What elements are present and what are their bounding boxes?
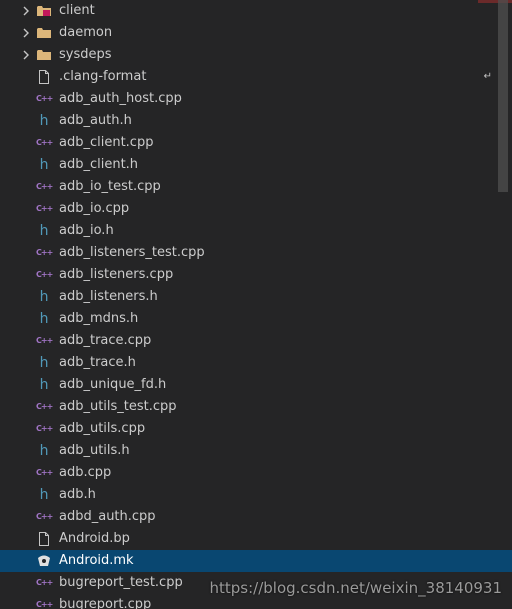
h-icon: h [39, 377, 49, 393]
cpp-icon: C++ [36, 248, 53, 257]
file-row[interactable]: C++ adb_utils.cpp [0, 418, 512, 440]
file-explorer: client daemon sysdeps .clang-format ↵ C++ adb_… [0, 0, 512, 609]
file-label: adb.cpp [59, 465, 112, 480]
cpp-icon: C++ [36, 512, 53, 521]
file-row[interactable]: h adb.h [0, 484, 512, 506]
folder-special-icon [36, 4, 52, 18]
chevron-right-icon[interactable] [20, 0, 32, 22]
file-label: .clang-format [59, 69, 147, 84]
h-icon: h [39, 223, 49, 239]
file-label: adb_auth_host.cpp [59, 91, 182, 106]
h-icon: h [39, 289, 49, 305]
chevron-right-icon[interactable] [20, 44, 32, 66]
file-label: adb_utils.cpp [59, 421, 146, 436]
file-label: adb_client.h [59, 157, 139, 172]
file-row[interactable]: C++ adb.cpp [0, 462, 512, 484]
file-row[interactable]: C++ adb_listeners_test.cpp [0, 242, 512, 264]
file-label: adb_auth.h [59, 113, 132, 128]
cpp-icon: C++ [36, 138, 53, 147]
cpp-icon: C++ [36, 600, 53, 609]
file-row[interactable]: C++ adbd_auth.cpp [0, 506, 512, 528]
file-row[interactable]: C++ adb_auth_host.cpp [0, 88, 512, 110]
file-label: bugreport.cpp [59, 597, 152, 609]
file-label: adb_trace.cpp [59, 333, 152, 348]
cpp-icon: C++ [36, 468, 53, 477]
file-label: daemon [59, 25, 113, 40]
file-label: adb_listeners_test.cpp [59, 245, 205, 260]
file-label: adb.h [59, 487, 96, 502]
chevron-right-icon[interactable] [20, 22, 32, 44]
h-icon: h [39, 113, 49, 129]
file-row[interactable]: Android.bp [0, 528, 512, 550]
file-row[interactable]: h adb_client.h [0, 154, 512, 176]
cpp-icon: C++ [36, 578, 53, 587]
file-icon [36, 532, 52, 546]
cpp-icon: C++ [36, 336, 53, 345]
file-label: adb_io_test.cpp [59, 179, 161, 194]
file-label: Android.mk [59, 553, 134, 568]
folder-icon [36, 48, 52, 62]
file-label: adb_listeners.h [59, 289, 158, 304]
file-row[interactable]: C++ adb_listeners.cpp [0, 264, 512, 286]
file-icon [36, 70, 52, 84]
file-label: client [59, 3, 95, 18]
file-tree: client daemon sysdeps .clang-format ↵ C++ adb_… [0, 0, 512, 609]
file-label: adb_mdns.h [59, 311, 139, 326]
h-icon: h [39, 355, 49, 371]
cpp-icon: C++ [36, 402, 53, 411]
cpp-icon: C++ [36, 94, 53, 103]
folder-row[interactable]: client [0, 0, 512, 22]
file-row[interactable]: C++ adb_client.cpp [0, 132, 512, 154]
file-row[interactable]: h adb_mdns.h [0, 308, 512, 330]
cpp-icon: C++ [36, 270, 53, 279]
folder-icon [36, 26, 52, 40]
cpp-icon: C++ [36, 424, 53, 433]
file-row[interactable]: C++ adb_io_test.cpp [0, 176, 512, 198]
h-icon: h [39, 487, 49, 503]
file-label: bugreport_test.cpp [59, 575, 183, 590]
h-icon: h [39, 311, 49, 327]
h-icon: h [39, 443, 49, 459]
file-row[interactable]: Android.mk [0, 550, 512, 572]
file-row[interactable]: h adb_io.h [0, 220, 512, 242]
file-label: adb_client.cpp [59, 135, 154, 150]
return-arrow-icon: ↵ [483, 71, 492, 82]
file-label: sysdeps [59, 47, 112, 62]
file-row[interactable]: h adb_trace.h [0, 352, 512, 374]
h-icon: h [39, 157, 49, 173]
watermark-text: https://blog.csdn.net/weixin_38140931 [209, 579, 502, 597]
file-row[interactable]: h adb_auth.h [0, 110, 512, 132]
file-row[interactable]: .clang-format ↵ [0, 66, 512, 88]
file-row[interactable]: h adb_utils.h [0, 440, 512, 462]
file-label: adb_io.cpp [59, 201, 130, 216]
file-row[interactable]: C++ adb_io.cpp [0, 198, 512, 220]
file-label: adb_trace.h [59, 355, 136, 370]
file-label: adb_io.h [59, 223, 114, 238]
cpp-icon: C++ [36, 182, 53, 191]
file-row[interactable]: h adb_unique_fd.h [0, 374, 512, 396]
file-label: adb_utils.h [59, 443, 130, 458]
file-label: Android.bp [59, 531, 130, 546]
file-row[interactable]: h adb_listeners.h [0, 286, 512, 308]
file-label: adb_utils_test.cpp [59, 399, 177, 414]
folder-row[interactable]: daemon [0, 22, 512, 44]
cpp-icon: C++ [36, 204, 53, 213]
makefile-icon [36, 554, 52, 568]
file-label: adb_unique_fd.h [59, 377, 167, 392]
vertical-scrollbar[interactable] [498, 0, 508, 192]
file-row[interactable]: C++ adb_utils_test.cpp [0, 396, 512, 418]
file-row[interactable]: C++ adb_trace.cpp [0, 330, 512, 352]
folder-row[interactable]: sysdeps [0, 44, 512, 66]
file-label: adb_listeners.cpp [59, 267, 174, 282]
file-label: adbd_auth.cpp [59, 509, 156, 524]
